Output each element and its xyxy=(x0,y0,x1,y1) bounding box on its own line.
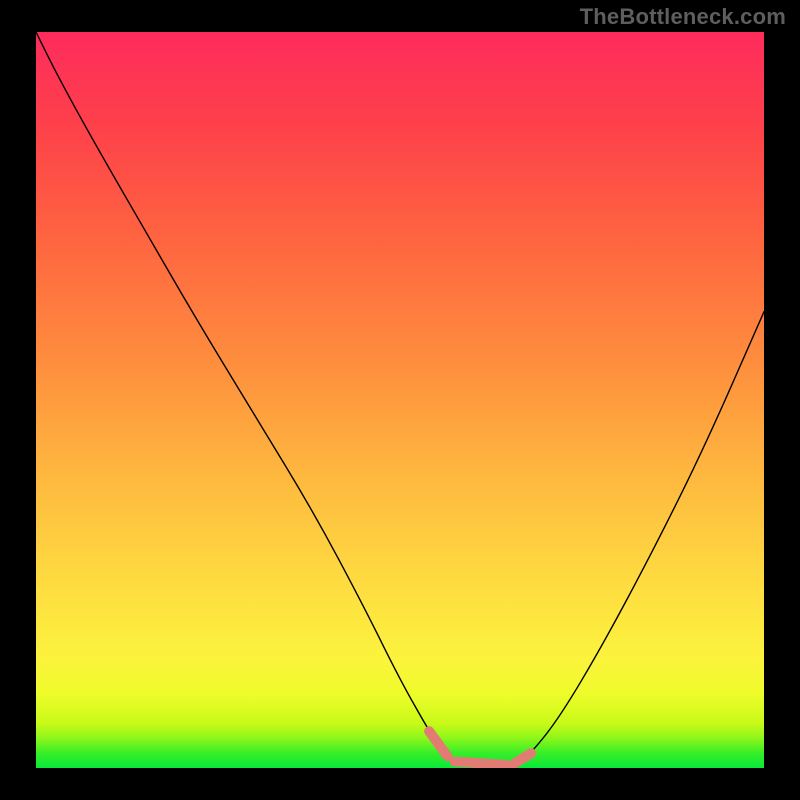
watermark-text: TheBottleneck.com xyxy=(580,4,786,30)
plot-area xyxy=(36,32,764,768)
highlight-segment-flat xyxy=(455,762,506,765)
bottleneck-curve-line xyxy=(36,32,764,765)
chart-container: TheBottleneck.com xyxy=(0,0,800,800)
highlight-segment-right xyxy=(513,753,531,764)
highlight-segment-left xyxy=(429,731,447,756)
chart-svg xyxy=(36,32,764,768)
